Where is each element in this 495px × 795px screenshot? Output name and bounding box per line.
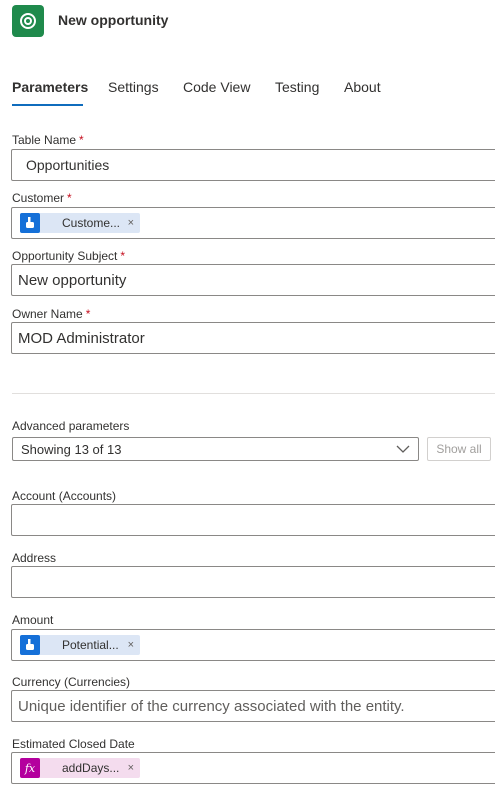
estimated-closed-date-token[interactable]: fx addDays... × xyxy=(20,758,140,778)
active-tab-indicator xyxy=(12,104,83,106)
token-text: addDays... xyxy=(62,761,120,775)
tab-code-view[interactable]: Code View xyxy=(183,79,250,95)
customer-label: Customer * xyxy=(12,191,72,205)
table-name-field[interactable]: Opportunities xyxy=(11,149,495,181)
address-field[interactable] xyxy=(11,566,495,598)
token-text: Custome... xyxy=(62,216,121,230)
advanced-parameters-label: Advanced parameters xyxy=(12,419,130,433)
remove-token-icon[interactable]: × xyxy=(128,762,134,774)
opportunity-subject-label: Opportunity Subject * xyxy=(12,249,126,263)
required-asterisk: * xyxy=(67,191,72,205)
customer-field[interactable]: Custome... × xyxy=(11,207,495,239)
advanced-parameters-dropdown[interactable]: Showing 13 of 13 xyxy=(12,437,419,461)
customer-token[interactable]: Custome... × xyxy=(20,213,140,233)
opportunity-subject-field[interactable]: New opportunity xyxy=(11,264,495,296)
dropdown-value: Showing 13 of 13 xyxy=(21,441,122,457)
page-title: New opportunity xyxy=(58,12,169,28)
address-label: Address xyxy=(12,551,57,565)
remove-token-icon[interactable]: × xyxy=(128,639,134,651)
required-asterisk: * xyxy=(120,249,126,263)
estimated-closed-date-label: Estimated Closed Date xyxy=(12,737,135,751)
currency-field[interactable]: Unique identifier of the currency associ… xyxy=(11,690,495,722)
tab-about[interactable]: About xyxy=(344,79,381,95)
section-divider xyxy=(12,393,495,394)
token-text: Potential... xyxy=(62,638,119,652)
remove-token-icon[interactable]: × xyxy=(128,217,134,229)
owner-name-field[interactable]: MOD Administrator xyxy=(11,322,495,354)
show-all-button[interactable]: Show all xyxy=(427,437,491,461)
tab-testing[interactable]: Testing xyxy=(275,79,319,95)
currency-label: Currency (Currencies) xyxy=(12,675,131,689)
dynamic-content-icon xyxy=(20,635,40,655)
required-asterisk: * xyxy=(79,133,84,147)
owner-name-label: Owner Name * xyxy=(12,307,91,321)
expression-fx-icon: fx xyxy=(20,758,40,778)
dynamic-content-icon xyxy=(20,213,40,233)
required-asterisk: * xyxy=(85,307,91,321)
amount-token[interactable]: Potential... × xyxy=(20,635,140,655)
tab-parameters[interactable]: Parameters xyxy=(12,79,88,95)
tab-settings[interactable]: Settings xyxy=(108,79,159,95)
table-name-label: Table Name * xyxy=(12,133,84,147)
chevron-down-icon xyxy=(396,443,410,458)
amount-label: Amount xyxy=(12,613,54,627)
amount-field[interactable]: Potential... × xyxy=(11,629,495,661)
dataverse-logo-icon xyxy=(12,5,44,37)
account-label: Account (Accounts) xyxy=(12,489,117,503)
account-field[interactable] xyxy=(11,504,495,536)
estimated-closed-date-field[interactable]: fx addDays... × xyxy=(11,752,495,784)
